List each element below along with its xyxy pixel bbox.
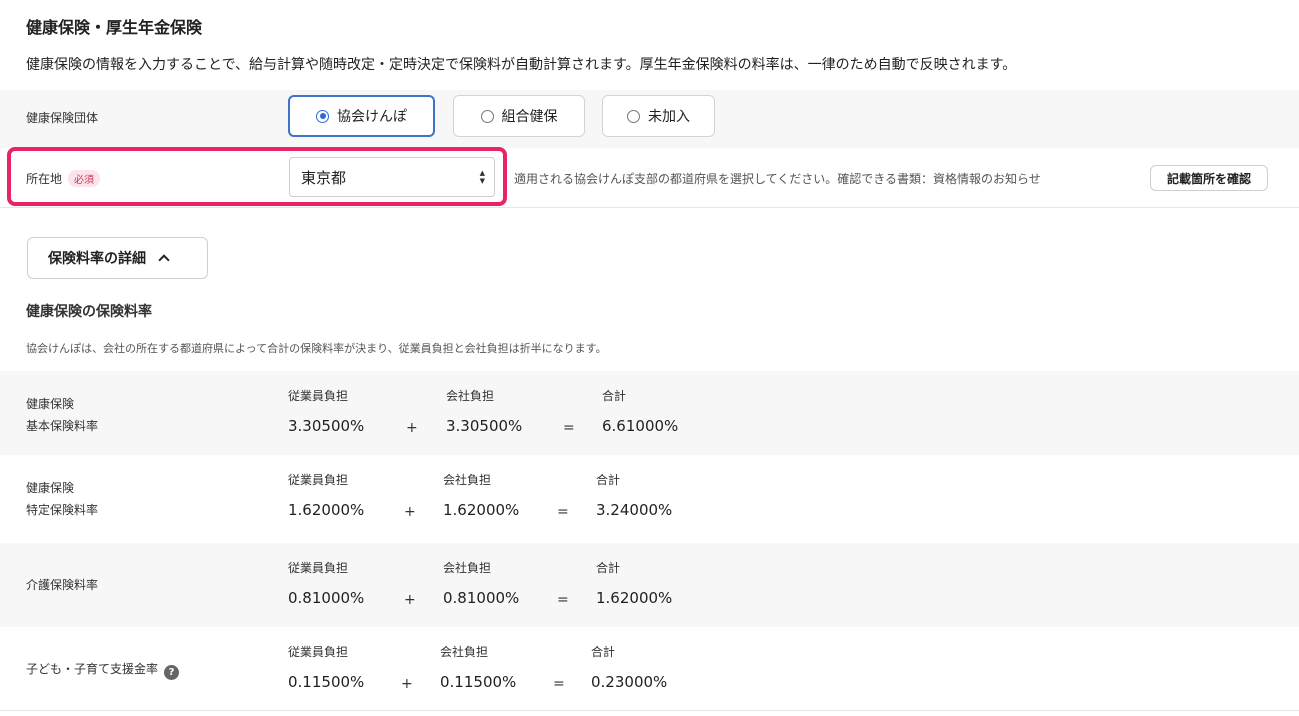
employee-rate: 0.81000%	[288, 589, 365, 607]
total-rate: 6.61000%	[602, 417, 679, 435]
equals-sign: =	[557, 504, 569, 520]
equals-sign: =	[553, 676, 565, 692]
employee-header: 従業員負担	[288, 389, 349, 403]
location-hint: 適用される協会けんぽ支部の都道府県を選択してください。確認できる書類：資格情報の…	[514, 172, 1041, 186]
company-rate: 1.62000%	[443, 501, 520, 519]
company-header: 会社負担	[440, 645, 489, 659]
radio-unselected-icon	[480, 109, 494, 123]
select-arrows-icon: ▲ ▼	[479, 169, 485, 185]
rate-label: 健康保険 基本保険料率	[26, 393, 98, 437]
plus-sign: +	[404, 592, 416, 608]
total-rate: 0.23000%	[591, 673, 668, 691]
company-rate: 3.30500%	[446, 417, 523, 435]
employee-rate: 3.30500%	[288, 417, 365, 435]
insurer-option-label: 協会けんぽ	[337, 109, 407, 125]
rate-label-line1: 健康保険	[26, 397, 75, 411]
rate-details-toggle[interactable]: 保険料率の詳細	[27, 237, 208, 279]
company-rate: 0.81000%	[443, 589, 520, 607]
rate-row-specific: 健康保険 特定保険料率 従業員負担 会社負担 合計 1.62000% + 1.6…	[0, 455, 1299, 539]
employee-header: 従業員負担	[288, 473, 349, 487]
total-rate: 3.24000%	[596, 501, 673, 519]
confirm-location-button[interactable]: 記載箇所を確認	[1150, 165, 1268, 191]
rate-row-basic: 健康保険 基本保険料率 従業員負担 会社負担 合計 3.30500% + 3.3…	[0, 371, 1299, 455]
insurer-option-kyokai[interactable]: 協会けんぽ	[288, 95, 435, 137]
plus-sign: +	[401, 676, 413, 692]
rate-label-line1: 子ども・子育て支援金率	[26, 662, 159, 676]
rate-label-line2: 特定保険料率	[26, 503, 99, 517]
company-rate: 0.11500%	[440, 673, 517, 691]
location-select[interactable]: 東京都 ▲ ▼	[289, 157, 495, 197]
equals-sign: =	[563, 420, 575, 436]
insurer-row: 健康保険団体 協会けんぽ 組合健保 未加入	[0, 90, 1299, 148]
radio-unselected-icon	[627, 109, 640, 123]
insurer-option-kumiai[interactable]: 組合健保	[453, 95, 585, 137]
rate-row-childcare: 子ども・子育て支援金率? 従業員負担 会社負担 合計 0.11500% + 0.…	[0, 627, 1299, 711]
plus-sign: +	[404, 504, 416, 520]
employee-header: 従業員負担	[288, 645, 349, 659]
radio-selected-icon	[316, 109, 329, 123]
insurer-option-label: 組合健保	[501, 109, 558, 125]
rate-label: 介護保険料率	[26, 574, 98, 596]
total-header: 合計	[602, 389, 627, 403]
insurer-option-label: 未加入	[648, 109, 690, 125]
company-header: 会社負担	[443, 473, 492, 487]
employee-header: 従業員負担	[288, 561, 349, 575]
plus-sign: +	[406, 420, 418, 436]
page-title: 健康保険・厚生年金保険	[26, 18, 203, 37]
rate-label-line1: 健康保険	[26, 481, 75, 495]
chevron-up-icon	[158, 254, 170, 266]
help-icon[interactable]: ?	[164, 665, 180, 680]
rate-row-nursing: 介護保険料率 従業員負担 会社負担 合計 0.81000% + 0.81000%…	[0, 543, 1299, 627]
company-header: 会社負担	[446, 389, 495, 403]
rate-details-toggle-label: 保険料率の詳細	[48, 251, 146, 267]
employee-rate: 0.11500%	[288, 673, 365, 691]
page-description: 健康保険の情報を入力することで、給与計算や随時改定・定時決定で保険料が自動計算さ…	[26, 57, 1017, 73]
rates-section-title: 健康保険の保険料率	[26, 304, 152, 320]
rate-label-line2: 基本保険料率	[26, 419, 99, 433]
health-pension-settings: 健康保険・厚生年金保険 健康保険の情報を入力することで、給与計算や随時改定・定時…	[0, 0, 1299, 716]
rate-label: 子ども・子育て支援金率?	[26, 658, 180, 680]
rates-section-description: 協会けんぽは、会社の所在する都道府県によって合計の保険料率が決まり、従業員負担と…	[26, 342, 607, 355]
location-select-value: 東京都	[301, 168, 347, 187]
rate-label-line1: 介護保険料率	[26, 578, 99, 592]
total-rate: 1.62000%	[596, 589, 673, 607]
insurer-label: 健康保険団体	[26, 111, 99, 125]
rate-label: 健康保険 特定保険料率	[26, 477, 98, 521]
company-header: 会社負担	[443, 561, 492, 575]
employee-rate: 1.62000%	[288, 501, 365, 519]
total-header: 合計	[591, 645, 616, 659]
equals-sign: =	[557, 592, 569, 608]
total-header: 合計	[596, 561, 621, 575]
total-header: 合計	[596, 473, 621, 487]
insurer-option-none[interactable]: 未加入	[602, 95, 715, 137]
